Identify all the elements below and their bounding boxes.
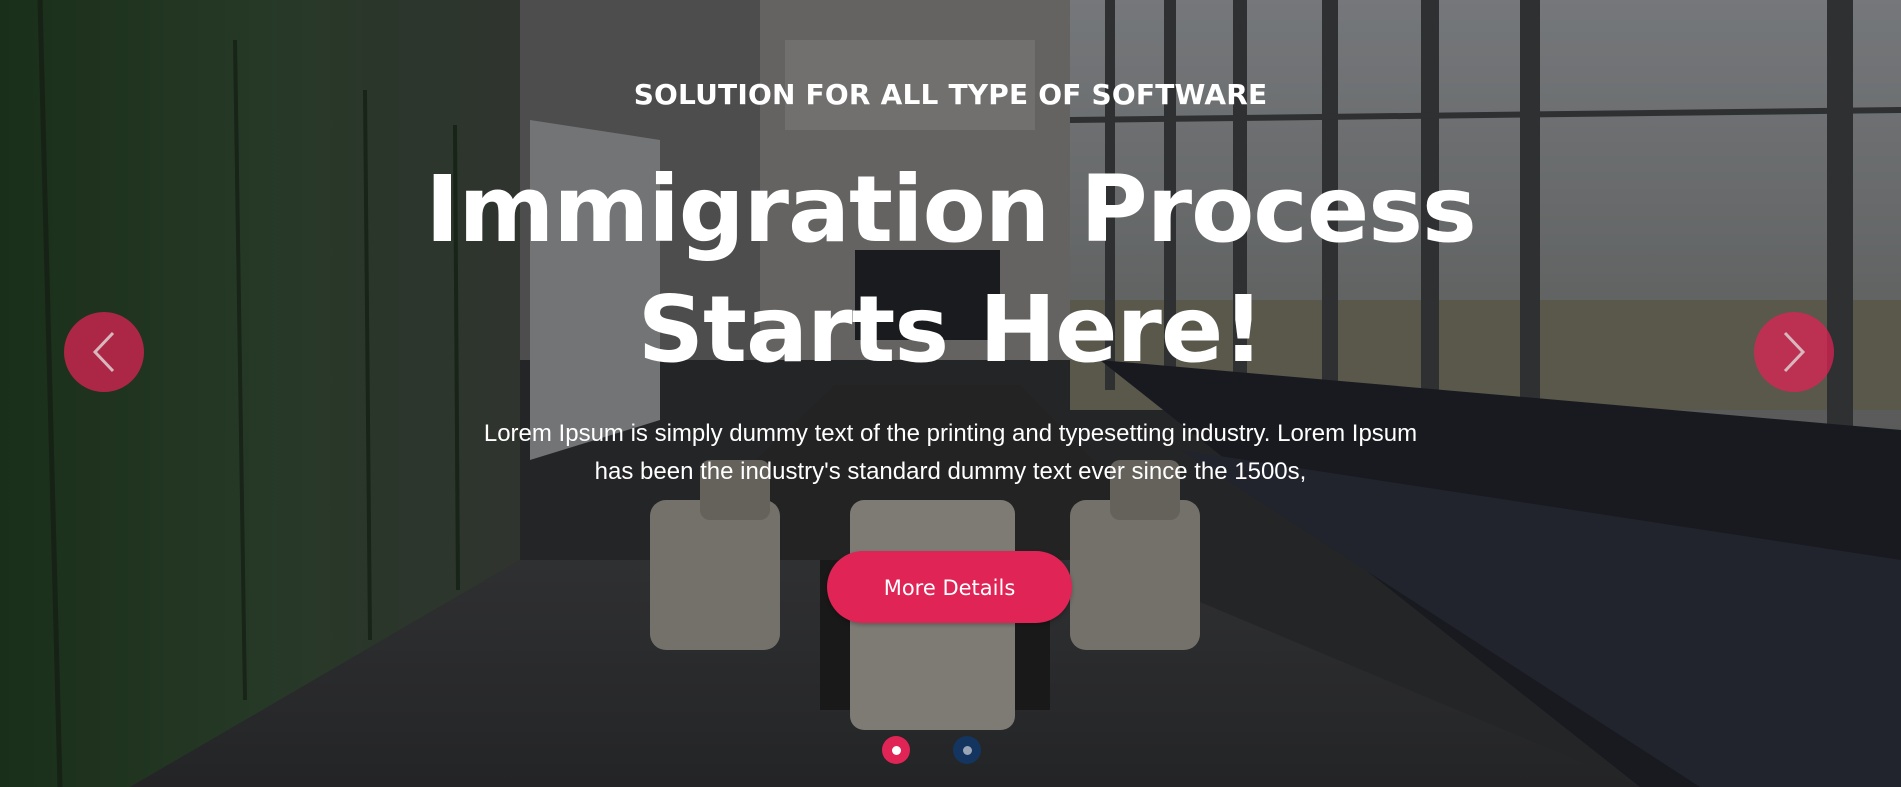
next-slide-button[interactable] bbox=[1754, 312, 1834, 392]
slide-dot-1[interactable] bbox=[882, 736, 910, 764]
dot-center bbox=[891, 745, 901, 755]
hero-title-line-2: Starts Here! bbox=[637, 276, 1265, 383]
hero-title-line-1: Immigration Process bbox=[425, 156, 1477, 263]
slide-dot-2[interactable] bbox=[953, 736, 981, 764]
hero-description-line-1: Lorem Ipsum is simply dummy text of the … bbox=[483, 420, 1418, 447]
more-details-button[interactable]: More Details bbox=[827, 551, 1072, 623]
hero-title: Immigration Process Starts Here! bbox=[0, 150, 1901, 390]
hero-slider: SOLUTION FOR ALL TYPE OF SOFTWARE Immigr… bbox=[0, 0, 1901, 787]
hero-description: Lorem Ipsum is simply dummy text of the … bbox=[400, 415, 1501, 491]
chevron-right-icon bbox=[1783, 331, 1806, 373]
prev-slide-button[interactable] bbox=[64, 312, 144, 392]
hero-kicker: SOLUTION FOR ALL TYPE OF SOFTWARE bbox=[633, 78, 1268, 111]
hero-content: SOLUTION FOR ALL TYPE OF SOFTWARE Immigr… bbox=[0, 0, 1901, 787]
dot-center bbox=[962, 745, 972, 755]
chevron-left-icon bbox=[92, 331, 115, 373]
hero-description-line-2: has been the industry's standard dummy t… bbox=[594, 458, 1307, 485]
